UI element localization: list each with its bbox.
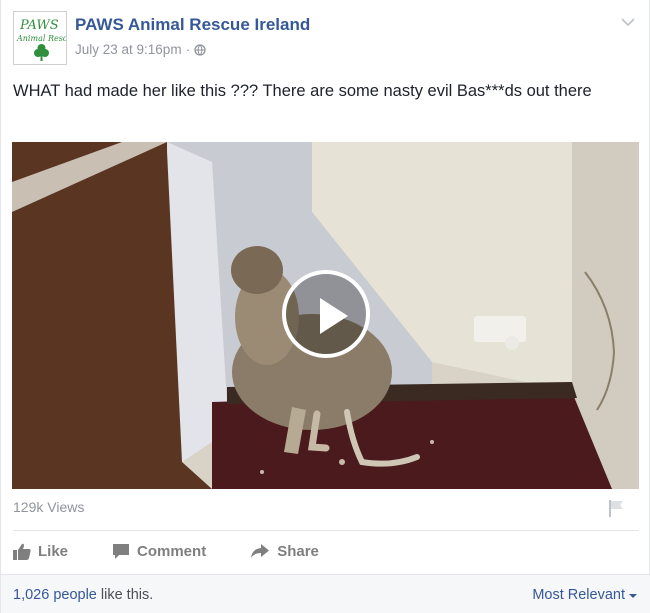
likes-count-link[interactable]: 1,026 people <box>13 587 97 603</box>
post-footer: 1,026 people like this. Most Relevant <box>1 574 650 613</box>
post-header: PAWS Animal Rescue PAWS Animal Rescue Ir… <box>13 11 639 67</box>
video-view-count: 129k Views <box>13 499 85 515</box>
share-label: Share <box>277 542 319 560</box>
flag-icon[interactable] <box>607 498 625 518</box>
share-icon <box>251 544 270 558</box>
paws-logo-icon: PAWS Animal Rescue <box>14 12 67 64</box>
thumbs-up-icon <box>13 543 31 560</box>
share-button[interactable]: Share <box>250 543 319 560</box>
comment-icon <box>113 543 130 559</box>
caret-down-icon <box>629 594 637 598</box>
like-label: Like <box>38 542 69 560</box>
facebook-post-card: PAWS Animal Rescue PAWS Animal Rescue Ir… <box>0 0 650 613</box>
logo-text-line2: Animal Rescue <box>16 34 67 43</box>
likes-summary: 1,026 people like this. <box>13 587 153 603</box>
chevron-down-icon[interactable] <box>621 17 635 27</box>
globe-icon[interactable] <box>194 43 206 56</box>
comment-label: Comment <box>137 542 207 560</box>
video-player[interactable] <box>12 142 639 489</box>
play-button[interactable] <box>282 270 370 358</box>
page-avatar[interactable]: PAWS Animal Rescue <box>13 11 67 65</box>
post-meta: July 23 at 9:16pm · <box>75 42 206 57</box>
page-name-link[interactable]: PAWS Animal Rescue Ireland <box>75 15 310 35</box>
logo-text-line1: PAWS <box>19 18 59 33</box>
like-button[interactable]: Like <box>13 543 68 560</box>
comment-sort-dropdown[interactable]: Most Relevant <box>532 587 637 603</box>
sort-label: Most Relevant <box>532 587 625 603</box>
post-message: WHAT had made her like this ??? There ar… <box>13 82 592 100</box>
post-action-bar: Like Comment Share <box>13 538 363 564</box>
post-timestamp[interactable]: July 23 at 9:16pm <box>75 42 182 57</box>
meta-separator: · <box>185 42 191 57</box>
actions-divider <box>13 530 639 531</box>
likes-suffix: like this. <box>96 587 154 603</box>
comment-button[interactable]: Comment <box>112 543 206 560</box>
